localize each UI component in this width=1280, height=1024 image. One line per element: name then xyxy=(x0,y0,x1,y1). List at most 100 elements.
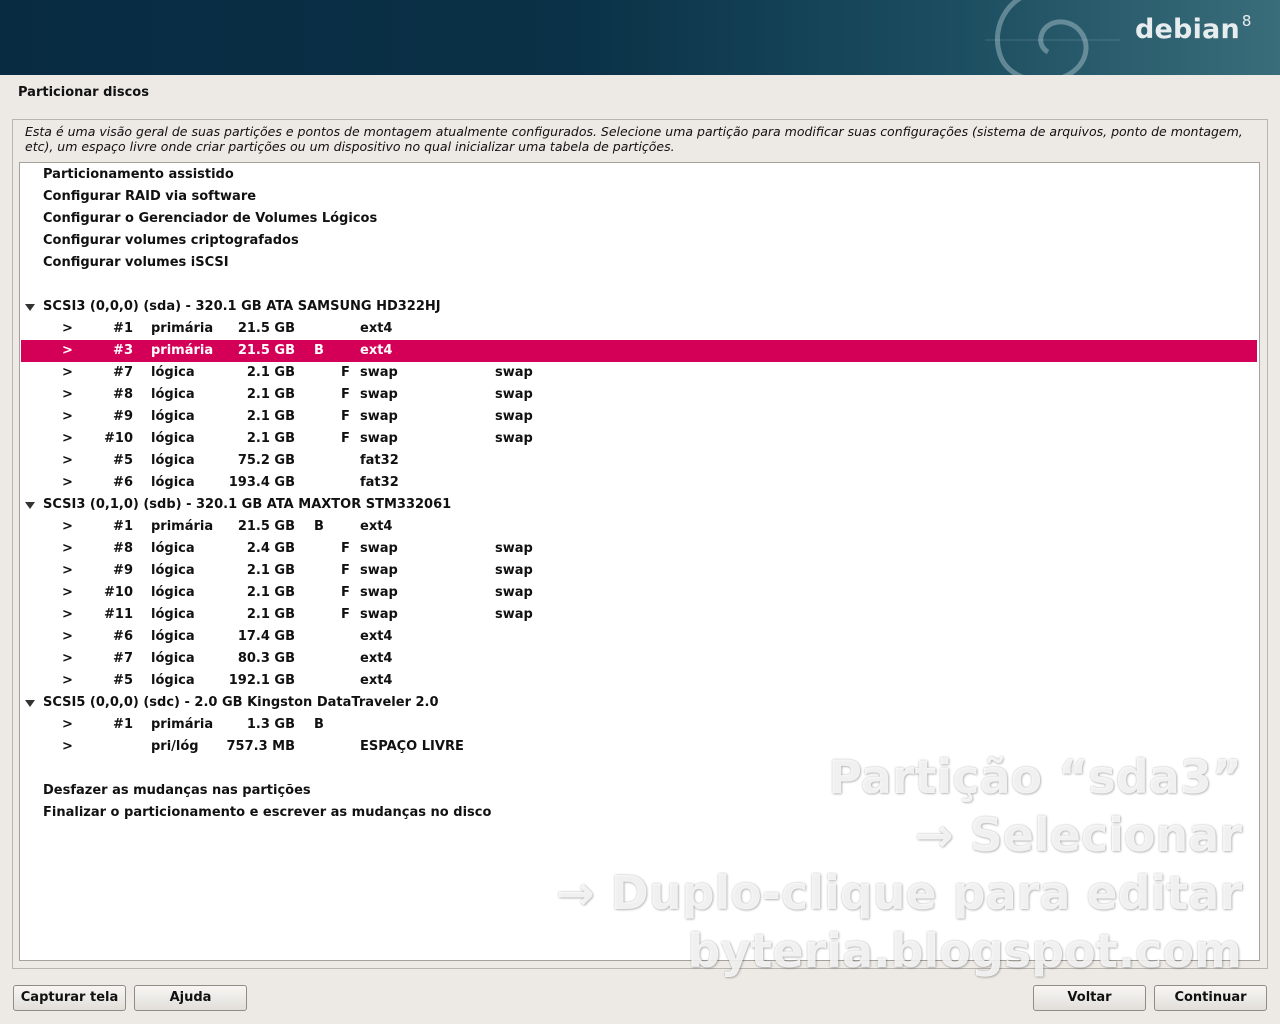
partition-filesystem: ext4 xyxy=(360,651,393,666)
partition-row[interactable]: > #1 primária 21.5 GB Bext4 xyxy=(21,516,1257,538)
menu-item[interactable]: Configurar volumes iSCSI xyxy=(21,252,1257,274)
partition-size: 2.1 GB xyxy=(246,607,295,622)
expand-triangle-icon[interactable] xyxy=(25,700,35,707)
partition-filesystem: swap xyxy=(360,541,398,556)
menu-item[interactable]: Desfazer as mudanças nas partições xyxy=(21,780,1257,802)
debian-swirl-icon xyxy=(985,0,1120,75)
partition-row[interactable]: > #11 lógica 2.1 GB Fswap swap xyxy=(21,604,1257,626)
screenshot-button[interactable]: Capturar tela xyxy=(13,985,126,1011)
partition-number: #9 xyxy=(113,409,133,424)
partition-row[interactable]: > #7 lógica 2.1 GB Fswap swap xyxy=(21,362,1257,384)
menu-item[interactable]: Finalizar o particionamento e escrever a… xyxy=(21,802,1257,824)
partition-arrow-icon: > xyxy=(62,431,73,446)
partition-number: #11 xyxy=(104,607,133,622)
partition-number: #1 xyxy=(113,321,133,336)
partition-mountpoint: swap xyxy=(495,607,533,622)
partition-arrow-icon: > xyxy=(62,717,73,732)
partition-row[interactable]: > #8 lógica 2.4 GB Fswap swap xyxy=(21,538,1257,560)
menu-item[interactable]: Configurar volumes criptografados xyxy=(21,230,1257,252)
partition-filesystem: ext4 xyxy=(360,321,393,336)
partition-arrow-icon: > xyxy=(62,475,73,490)
menu-item[interactable]: Configurar o Gerenciador de Volumes Lógi… xyxy=(21,208,1257,230)
partition-arrow-icon: > xyxy=(62,387,73,402)
partition-size: 75.2 GB xyxy=(237,453,295,468)
partition-arrow-icon: > xyxy=(62,409,73,424)
expand-triangle-icon[interactable] xyxy=(25,304,35,311)
back-button[interactable]: Voltar xyxy=(1033,985,1146,1011)
page-title: Particionar discos xyxy=(18,85,149,100)
partition-number: #8 xyxy=(113,387,133,402)
menu-item-label: Configurar volumes iSCSI xyxy=(43,255,229,270)
partition-number: #7 xyxy=(113,651,133,666)
partition-row[interactable]: > #10 lógica 2.1 GB Fswap swap xyxy=(21,428,1257,450)
partition-row[interactable]: > #7 lógica 80.3 GB ext4 xyxy=(21,648,1257,670)
partition-row[interactable]: > pri/lóg 757.3 MB ESPAÇO LIVRE xyxy=(21,736,1257,758)
partition-filesystem: swap xyxy=(360,607,398,622)
menu-item-label: Configurar o Gerenciador de Volumes Lógi… xyxy=(43,211,378,226)
partition-arrow-icon: > xyxy=(62,541,73,556)
partition-mountpoint: swap xyxy=(495,387,533,402)
partition-number: #5 xyxy=(113,673,133,688)
debian-banner: debian 8 xyxy=(0,0,1280,75)
partition-number: #6 xyxy=(113,475,133,490)
menu-item-label: Particionamento assistido xyxy=(43,167,234,182)
partition-type: lógica xyxy=(151,673,195,688)
disk-row[interactable]: SCSI3 (0,1,0) (sdb) - 320.1 GB ATA MAXTO… xyxy=(21,494,1257,516)
partition-arrow-icon: > xyxy=(62,321,73,336)
partition-type: lógica xyxy=(151,651,195,666)
partition-filesystem: ext4 xyxy=(360,673,393,688)
partition-filesystem: swap xyxy=(360,431,398,446)
help-button[interactable]: Ajuda xyxy=(134,985,247,1011)
partition-size: 21.5 GB xyxy=(237,343,295,358)
partition-size: 21.5 GB xyxy=(237,519,295,534)
partition-size: 757.3 MB xyxy=(226,739,296,754)
partition-type: lógica xyxy=(151,585,195,600)
partition-row[interactable]: > #5 lógica 75.2 GB fat32 xyxy=(21,450,1257,472)
partition-row[interactable]: > #6 lógica 17.4 GB ext4 xyxy=(21,626,1257,648)
partition-filesystem: swap xyxy=(360,563,398,578)
partition-row[interactable]: > #8 lógica 2.1 GB Fswap swap xyxy=(21,384,1257,406)
disk-row[interactable]: SCSI5 (0,0,0) (sdc) - 2.0 GB Kingston Da… xyxy=(21,692,1257,714)
partition-row[interactable]: > #6 lógica 193.4 GB fat32 xyxy=(21,472,1257,494)
partition-number: #3 xyxy=(113,343,133,358)
partition-row[interactable]: > #1 primária 21.5 GB ext4 xyxy=(21,318,1257,340)
partition-row[interactable]: > #5 lógica 192.1 GB ext4 xyxy=(21,670,1257,692)
partition-number: #7 xyxy=(113,365,133,380)
continue-button[interactable]: Continuar xyxy=(1154,985,1267,1011)
partition-row[interactable]: > #1 primária 1.3 GB B xyxy=(21,714,1257,736)
partition-row[interactable]: > #3 primária 21.5 GB Bext4 xyxy=(21,340,1257,362)
menu-item-label: Configurar RAID via software xyxy=(43,189,257,204)
partition-arrow-icon: > xyxy=(62,629,73,644)
partition-row[interactable]: > #9 lógica 2.1 GB Fswap swap xyxy=(21,406,1257,428)
logo-version: 8 xyxy=(1241,12,1252,30)
partition-filesystem: ext4 xyxy=(360,519,393,534)
disk-label: SCSI3 (0,0,0) (sda) - 320.1 GB ATA SAMSU… xyxy=(43,299,441,314)
partition-arrow-icon: > xyxy=(62,585,73,600)
partition-size: 2.1 GB xyxy=(246,431,295,446)
partition-list[interactable]: Particionamento assistido Configurar RAID… xyxy=(19,162,1260,961)
description-text: Esta é uma visão geral de suas partições… xyxy=(25,124,1243,154)
partition-flag: B xyxy=(314,717,324,732)
partition-type: lógica xyxy=(151,409,195,424)
menu-item[interactable]: Particionamento assistido xyxy=(21,164,1257,186)
partition-mountpoint: swap xyxy=(495,541,533,556)
partition-type: primária xyxy=(151,343,214,358)
partition-type: primária xyxy=(151,519,214,534)
partition-number: #9 xyxy=(113,563,133,578)
disk-label: SCSI3 (0,1,0) (sdb) - 320.1 GB ATA MAXTO… xyxy=(43,497,452,512)
disk-row[interactable]: SCSI3 (0,0,0) (sda) - 320.1 GB ATA SAMSU… xyxy=(21,296,1257,318)
partition-row[interactable]: > #9 lógica 2.1 GB Fswap swap xyxy=(21,560,1257,582)
partition-arrow-icon: > xyxy=(62,673,73,688)
partition-type: lógica xyxy=(151,607,195,622)
partition-mountpoint: swap xyxy=(495,409,533,424)
partition-type: lógica xyxy=(151,629,195,644)
menu-item[interactable]: Configurar RAID via software xyxy=(21,186,1257,208)
partition-arrow-icon: > xyxy=(62,651,73,666)
partition-row[interactable]: > #10 lógica 2.1 GB Fswap swap xyxy=(21,582,1257,604)
partition-type: pri/lóg xyxy=(151,739,199,754)
expand-triangle-icon[interactable] xyxy=(25,502,35,509)
menu-item-label: Desfazer as mudanças nas partições xyxy=(43,783,311,798)
partition-mountpoint: swap xyxy=(495,431,533,446)
partition-filesystem: ext4 xyxy=(360,343,393,358)
menu-item-label: Finalizar o particionamento e escrever a… xyxy=(43,805,492,820)
